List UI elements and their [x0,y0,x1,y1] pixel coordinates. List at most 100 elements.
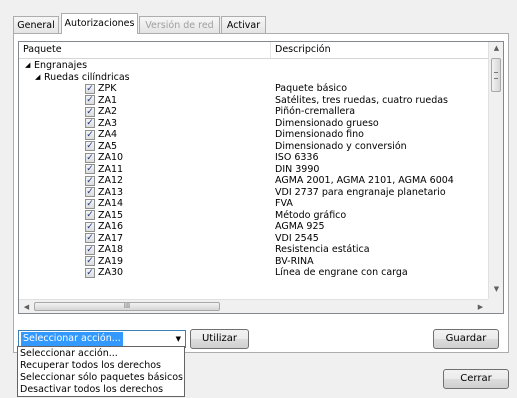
package-code: ZA30 [98,267,124,278]
package-description: Dimensionado grueso [275,117,379,129]
tab-autorizaciones[interactable]: Autorizaciones [61,13,138,34]
checkbox[interactable]: ✓ [85,187,95,197]
table-row[interactable]: ✓ ZA3 Dimensionado grueso [19,118,488,130]
table-row[interactable]: ✓ ZA30 Línea de engrane con carga [19,267,488,279]
chevron-down-icon[interactable]: ▼ [176,331,181,347]
checkbox[interactable]: ✓ [85,175,95,186]
table-row[interactable]: ✓ ZA11 DIN 3990 [19,164,488,176]
table-row[interactable]: ✓ ZA13 VDI 2737 para engranaje planetario [19,187,488,199]
package-code: ZA16 [98,221,124,232]
close-button[interactable]: Cerrar [443,369,509,389]
package-description: Satélites, tres ruedas, cuatro ruedas [275,94,448,106]
table-row[interactable]: ✓ ZPK Paquete básico [19,83,488,95]
package-code: ZA17 [98,232,124,244]
checkbox[interactable]: ✓ [85,129,95,140]
table-row[interactable]: ✓ ZA2 Piñón-cremallera [19,106,488,118]
grip-icon [494,72,498,79]
checkbox[interactable]: ✓ [85,210,95,220]
checkbox[interactable]: ✓ [85,106,95,117]
save-button[interactable]: Guardar [433,329,499,349]
table-row[interactable]: ✓ ZA18 Resistencia estática [19,244,488,256]
package-description: Piñón-cremallera [275,106,356,117]
tab-general[interactable]: General [13,16,59,33]
package-description: VDI 2545 [275,232,319,244]
table-row[interactable]: ✓ ZA5 Dimensionado y conversión [19,141,488,153]
vertical-scroll-thumb[interactable] [491,58,501,92]
checkbox[interactable]: ✓ [85,198,95,209]
horizontal-scroll-thumb[interactable]: III [34,302,220,311]
checkmark-icon: ✓ [86,95,94,105]
package-description: Paquete básico [275,83,348,94]
checkmark-icon: ✓ [86,175,94,186]
checkbox[interactable]: ✓ [85,233,95,243]
checkbox[interactable]: ✓ [85,141,95,151]
checkmark-icon: ✓ [86,164,94,174]
package-code: ZA2 [98,106,118,117]
package-description: AGMA 2001, AGMA 2101, AGMA 6004 [275,175,454,186]
table-row[interactable]: ✓ ZA1 Satélites, tres ruedas, cuatro rueda… [19,95,488,107]
checkbox[interactable]: ✓ [85,118,95,128]
table-row[interactable]: ✓ ZA10 ISO 6336 [19,152,488,164]
package-code: ZA3 [98,117,118,129]
column-separator[interactable] [270,42,271,58]
table-row[interactable]: ✓ ZA14 FVA [19,198,488,210]
table-row[interactable]: ✓ ZA4 Dimensionado fino [19,129,488,141]
package-code: ZA14 [98,198,124,209]
expand-triangle-icon[interactable]: ◢ [35,72,40,84]
package-description: Línea de engrane con carga [275,267,408,278]
package-code: ZA15 [98,209,124,221]
checkmark-icon: ✓ [86,198,94,209]
vertical-scrollbar[interactable]: ▲ ▼ [488,42,503,299]
column-header-paquete[interactable]: Paquete [23,42,62,58]
checkmark-icon: ✓ [86,267,94,278]
checkbox[interactable]: ✓ [85,267,95,278]
expand-triangle-icon[interactable]: ◢ [25,60,30,72]
checkbox[interactable]: ✓ [85,164,95,174]
tree-node[interactable]: ◢ Ruedas cilíndricas [19,72,488,84]
checkmark-icon: ✓ [86,129,94,140]
tree-node[interactable]: ◢ Engranajes [19,60,488,72]
tree-node-label: Ruedas cilíndricas [44,71,130,83]
package-code: ZA19 [98,255,124,267]
dropdown-option[interactable]: Seleccionar sólo paquetes básicos [20,372,183,384]
scroll-right-icon[interactable]: ▶ [473,303,488,311]
scroll-down-icon[interactable]: ▼ [489,285,503,293]
checkmark-icon: ✓ [86,187,94,197]
dropdown-option[interactable]: Recuperar todos los derechos [20,360,161,372]
checkbox[interactable]: ✓ [85,95,95,105]
table-row[interactable]: ✓ ZA12 AGMA 2001, AGMA 2101, AGMA 6004 [19,175,488,187]
package-code: ZA5 [98,140,118,152]
table-row[interactable]: ✓ ZA15 Método gráfico [19,210,488,222]
tab-version-de-red: Versión de red [139,16,220,33]
tab-activar[interactable]: Activar [221,16,266,33]
package-description: DIN 3990 [275,163,320,175]
dropdown-option[interactable]: Seleccionar acción... [20,348,118,360]
table-row[interactable]: ✓ ZA19 BV-RINA [19,256,488,268]
scroll-left-icon[interactable]: ◀ [19,303,34,311]
package-description: FVA [275,198,293,209]
checkmark-icon: ✓ [86,256,94,266]
checkmark-icon: ✓ [86,221,94,232]
checkbox[interactable]: ✓ [85,221,95,232]
package-description: Dimensionado y conversión [275,140,407,152]
checkmark-icon: ✓ [86,106,94,117]
authorizations-panel: Paquete Descripción ◢ Engranajes ◢ Ruedas c… [13,33,509,353]
checkbox[interactable]: ✓ [85,244,95,255]
checkmark-icon: ✓ [86,244,94,255]
checkmark-icon: ✓ [86,210,94,220]
scroll-up-icon[interactable]: ▲ [489,44,503,52]
horizontal-scrollbar[interactable]: ◀ III ▶ [19,299,488,313]
package-description: BV-RINA [275,255,314,267]
column-header-descripcion[interactable]: Descripción [275,42,331,58]
checkbox[interactable]: ✓ [85,152,95,163]
action-dropdown-list: Seleccionar acción... Recuperar todos lo… [17,346,185,397]
checkbox[interactable]: ✓ [85,83,95,94]
table-row[interactable]: ✓ ZA17 VDI 2545 [19,233,488,245]
apply-button[interactable]: Utilizar [190,329,249,349]
table-row[interactable]: ✓ ZA16 AGMA 925 [19,221,488,233]
dropdown-option[interactable]: Desactivar todos los derechos [20,384,163,396]
package-code: ZA13 [98,186,124,198]
checkmark-icon: ✓ [86,118,94,128]
checkbox[interactable]: ✓ [85,256,95,266]
package-list[interactable]: Paquete Descripción ◢ Engranajes ◢ Ruedas c… [18,41,504,314]
